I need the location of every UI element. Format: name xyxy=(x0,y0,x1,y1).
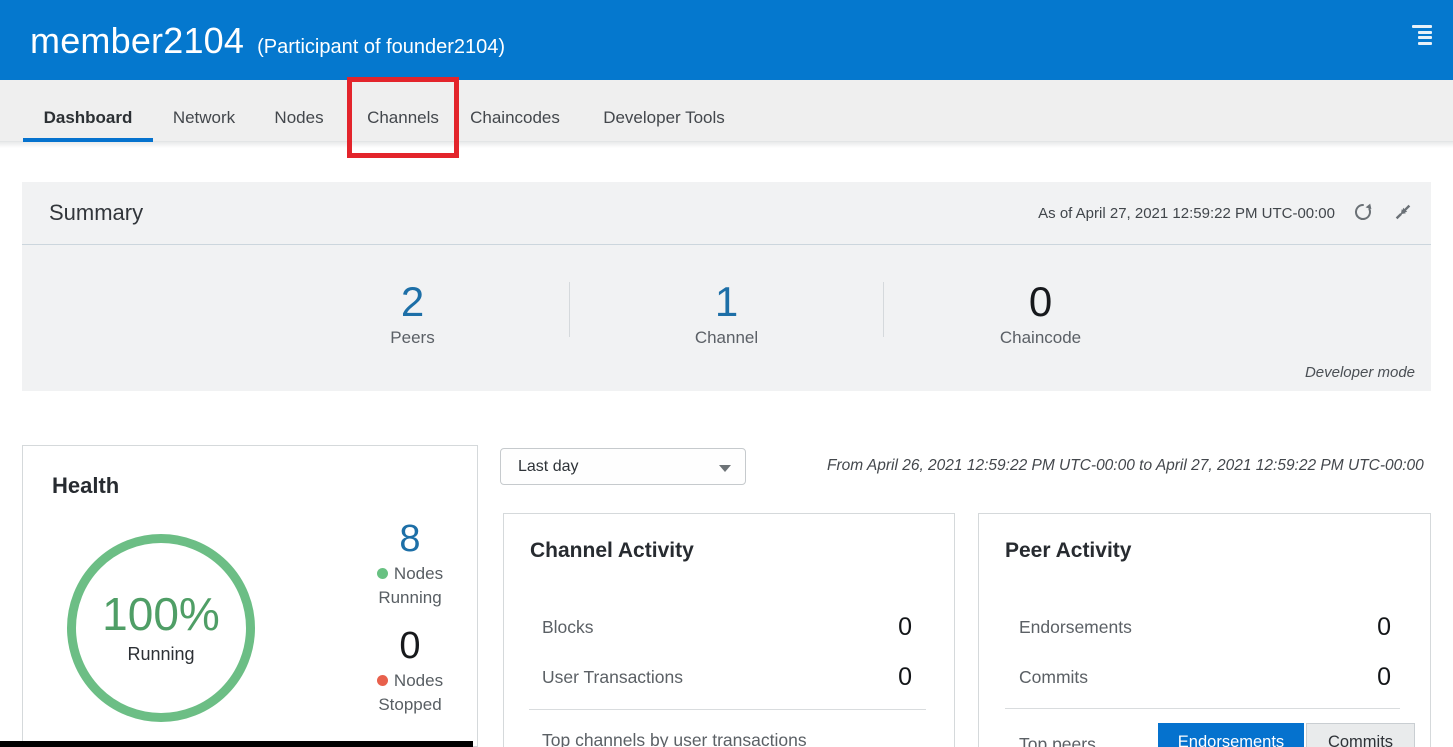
health-percent: 100% xyxy=(102,591,220,637)
time-range-selected-value: Last day xyxy=(501,458,578,476)
nodes-status-column: 8 Nodes Running 0 Nodes Stopped xyxy=(339,518,481,718)
stopped-dot-icon xyxy=(377,675,388,686)
health-card: Health 100% Running 8 Nodes Running 0 No… xyxy=(22,445,478,747)
summary-stats: 2 Peers 1 Channel 0 Chaincode xyxy=(22,245,1431,348)
time-range-select[interactable]: Last day xyxy=(500,448,746,485)
hamburger-icon xyxy=(1412,25,1432,28)
app-header: member2104 (Participant of founder2104) xyxy=(0,0,1453,80)
user-transactions-label: User Transactions xyxy=(542,667,683,688)
app-screen: member2104 (Participant of founder2104) … xyxy=(0,0,1453,747)
nav-menu-button[interactable] xyxy=(1410,25,1432,47)
commits-label: Commits xyxy=(1019,667,1088,688)
commits-toggle-button[interactable]: Commits xyxy=(1306,723,1415,747)
running-dot-icon xyxy=(377,568,388,579)
tab-chaincodes[interactable]: Chaincodes xyxy=(458,80,572,142)
peers-label: Peers xyxy=(256,328,569,348)
health-title: Health xyxy=(52,473,119,499)
channel-activity-metrics: Blocks 0 User Transactions 0 xyxy=(542,602,912,702)
peer-activity-card: Peer Activity Endorsements 0 Commits 0 T… xyxy=(978,513,1431,747)
chevron-down-icon xyxy=(719,465,731,472)
endorsements-label: Endorsements xyxy=(1019,617,1132,638)
stat-peers: 2 Peers xyxy=(256,279,569,348)
nodes-stopped-label: Nodes Stopped xyxy=(339,669,481,718)
stat-channel: 1 Channel xyxy=(570,279,883,348)
nodes-running-count[interactable]: 8 xyxy=(339,518,481,562)
commits-value: 0 xyxy=(1377,663,1391,692)
nodes-running-label: Nodes Running xyxy=(339,562,481,611)
refresh-icon xyxy=(1352,201,1374,223)
channel-label: Channel xyxy=(570,328,883,348)
commits-row: Commits 0 xyxy=(1019,652,1391,702)
page-subtitle: (Participant of founder2104) xyxy=(257,36,505,59)
chaincode-label: Chaincode xyxy=(884,328,1197,348)
top-channels-label: Top channels by user transactions xyxy=(542,730,807,747)
blocks-label: Blocks xyxy=(542,617,594,638)
channel-activity-title: Channel Activity xyxy=(530,539,694,563)
health-percent-label: Running xyxy=(127,644,194,665)
tab-channels[interactable]: Channels xyxy=(353,80,453,142)
collapse-icon xyxy=(1392,201,1414,223)
chaincode-count: 0 xyxy=(884,279,1197,325)
nodes-stopped-count: 0 xyxy=(339,625,481,669)
peer-activity-title: Peer Activity xyxy=(1005,539,1131,563)
endorsements-row: Endorsements 0 xyxy=(1019,602,1391,652)
stat-chaincode: 0 Chaincode xyxy=(884,279,1197,348)
time-range-description: From April 26, 2021 12:59:22 PM UTC-00:0… xyxy=(827,457,1424,475)
top-peers-label: Top peers xyxy=(1019,734,1096,747)
peers-count[interactable]: 2 xyxy=(256,279,569,325)
summary-title: Summary xyxy=(49,200,143,226)
summary-body: 2 Peers 1 Channel 0 Chaincode Developer … xyxy=(22,245,1431,390)
collapse-button[interactable] xyxy=(1391,201,1415,225)
endorsements-value: 0 xyxy=(1377,613,1391,642)
divider xyxy=(1005,708,1400,709)
summary-section: Summary As of April 27, 2021 12:59:22 PM… xyxy=(22,182,1431,391)
main-tabbar: Dashboard Network Nodes Channels Chainco… xyxy=(0,80,1453,142)
top-peers-toggle-group: Endorsements Commits xyxy=(1158,723,1415,747)
endorsements-toggle-button[interactable]: Endorsements xyxy=(1158,723,1304,747)
peer-activity-metrics: Endorsements 0 Commits 0 xyxy=(1019,602,1391,702)
tab-developer-tools[interactable]: Developer Tools xyxy=(590,80,738,142)
summary-as-of-timestamp: As of April 27, 2021 12:59:22 PM UTC-00:… xyxy=(1038,205,1335,222)
refresh-button[interactable] xyxy=(1351,201,1375,225)
user-transactions-row: User Transactions 0 xyxy=(542,652,912,702)
tab-nodes[interactable]: Nodes xyxy=(261,80,337,142)
channel-count[interactable]: 1 xyxy=(570,279,883,325)
user-transactions-value: 0 xyxy=(898,663,912,692)
summary-header: Summary As of April 27, 2021 12:59:22 PM… xyxy=(22,182,1431,245)
developer-mode-label: Developer mode xyxy=(1305,364,1415,381)
divider xyxy=(529,709,926,710)
page-title: member2104 xyxy=(30,20,244,62)
blocks-row: Blocks 0 xyxy=(542,602,912,652)
health-ring-gauge: 100% Running xyxy=(67,534,255,722)
bottom-edge-bar xyxy=(0,741,473,747)
blocks-value: 0 xyxy=(898,613,912,642)
channel-activity-card: Channel Activity Blocks 0 User Transacti… xyxy=(503,513,955,747)
tab-network[interactable]: Network xyxy=(160,80,248,142)
tab-dashboard[interactable]: Dashboard xyxy=(23,80,153,142)
